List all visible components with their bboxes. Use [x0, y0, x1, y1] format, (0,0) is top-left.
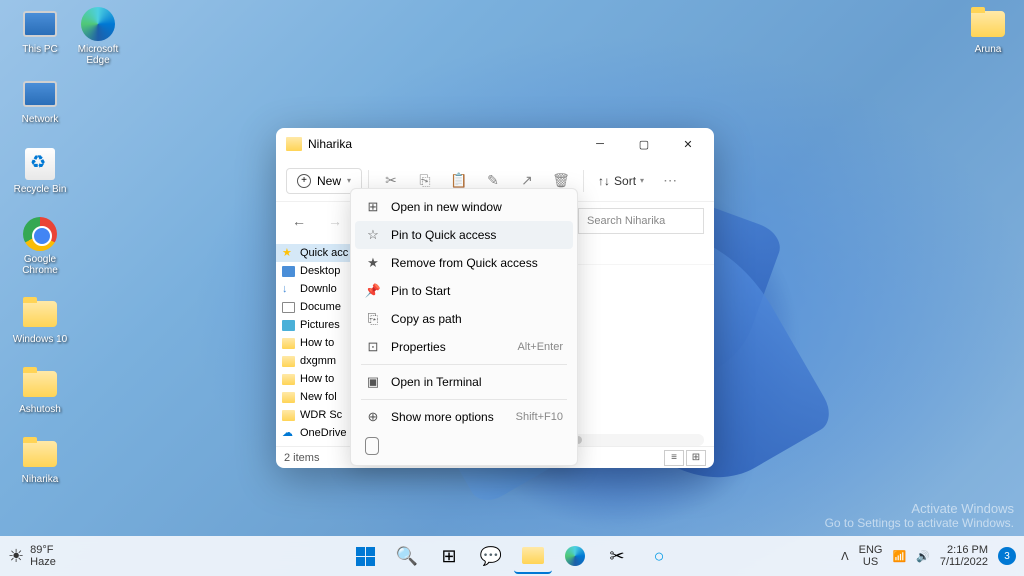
sidebar: ★Quick accDesktop↓DownloDocumePicturesHo…: [276, 240, 354, 446]
menu-item-open-in-terminal[interactable]: ▣Open in Terminal: [355, 368, 573, 396]
more-icon[interactable]: ⋯: [654, 165, 686, 197]
volume-icon[interactable]: 🔊: [916, 550, 930, 563]
details-view-button[interactable]: ≡: [664, 450, 684, 466]
menu-item-pin-to-start[interactable]: 📌Pin to Start: [355, 277, 573, 305]
taskbar: ☀ 89°FHaze 🔍 ⊞ 💬 ✂ ○ ᐱ ENGUS 📶 🔊 2:16 PM…: [0, 536, 1024, 576]
desktop-icon-aruna[interactable]: Aruna: [960, 6, 1016, 55]
desktop-icon-this-pc[interactable]: This PC: [12, 6, 68, 55]
desktop-icon-recycle-bin[interactable]: Recycle Bin: [12, 146, 68, 195]
menu-item-pin-to-quick-access[interactable]: ☆Pin to Quick access: [355, 221, 573, 249]
start-button[interactable]: [346, 538, 384, 574]
icons-view-button[interactable]: ⊞: [686, 450, 706, 466]
task-view-button[interactable]: ⊞: [430, 538, 468, 574]
tray-chevron-icon[interactable]: ᐱ: [841, 550, 849, 563]
activation-watermark: Activate Windows Go to Settings to activ…: [825, 501, 1014, 530]
sidebar-item-docume[interactable]: Docume: [276, 298, 353, 316]
maximize-button[interactable]: ▢: [622, 129, 666, 159]
desktop-icon-microsoft-edge[interactable]: Microsoft Edge: [70, 6, 126, 66]
edge-button[interactable]: [556, 538, 594, 574]
file-explorer-button[interactable]: [514, 538, 552, 574]
folder-icon: [286, 137, 302, 151]
search-button[interactable]: 🔍: [388, 538, 426, 574]
desktop-icon-windows-10[interactable]: Windows 10: [12, 296, 68, 345]
system-tray: ᐱ ENGUS 📶 🔊 2:16 PM7/11/2022 3: [841, 544, 1016, 568]
menu-item-remove-from-quick-access[interactable]: ★Remove from Quick access: [355, 249, 573, 277]
item-count: 2 items: [284, 452, 319, 464]
close-button[interactable]: ✕: [666, 129, 710, 159]
sidebar-item-quick-acc[interactable]: ★Quick acc: [276, 244, 353, 262]
back-button[interactable]: ←: [286, 208, 312, 234]
weather-widget[interactable]: ☀ 89°FHaze: [8, 544, 56, 568]
sidebar-item-how-to[interactable]: How to: [276, 334, 353, 352]
context-menu: ⊞Open in new window☆Pin to Quick access★…: [350, 188, 578, 466]
minimize-button[interactable]: ─: [578, 129, 622, 159]
window-title: Niharika: [308, 137, 578, 151]
desktop-icon-niharika[interactable]: Niharika: [12, 436, 68, 485]
sidebar-item-dxgmm[interactable]: dxgmm: [276, 352, 353, 370]
sidebar-item-how-to[interactable]: How to: [276, 370, 353, 388]
sidebar-item-pictures[interactable]: Pictures: [276, 316, 353, 334]
menu-item-show-more-options[interactable]: ⊕Show more optionsShift+F10: [355, 403, 573, 431]
sidebar-item-new-fol[interactable]: New fol: [276, 388, 353, 406]
weather-icon: ☀: [8, 546, 24, 567]
menu-footer[interactable]: [355, 431, 573, 461]
desktop-icon-google-chrome[interactable]: Google Chrome: [12, 216, 68, 276]
desktop-icon-ashutosh[interactable]: Ashutosh: [12, 366, 68, 415]
snipping-tool-button[interactable]: ✂: [598, 538, 636, 574]
notification-badge[interactable]: 3: [998, 547, 1016, 565]
wifi-icon[interactable]: 📶: [892, 550, 906, 563]
sort-button[interactable]: ↑↓ Sort ▾: [590, 170, 652, 192]
forward-button[interactable]: →: [322, 208, 348, 234]
chat-button[interactable]: 💬: [472, 538, 510, 574]
search-input[interactable]: Search Niharika: [578, 208, 704, 234]
sidebar-item-onedrive[interactable]: ☁OneDrive: [276, 424, 353, 442]
cortana-button[interactable]: ○: [640, 538, 678, 574]
sidebar-item-downlo[interactable]: ↓Downlo: [276, 280, 353, 298]
sidebar-item-desktop[interactable]: Desktop: [276, 262, 353, 280]
menu-item-open-in-new-window[interactable]: ⊞Open in new window: [355, 193, 573, 221]
titlebar[interactable]: Niharika ─ ▢ ✕: [276, 128, 714, 160]
clock[interactable]: 2:16 PM7/11/2022: [940, 544, 988, 568]
language-button[interactable]: ENGUS: [859, 544, 883, 568]
sidebar-item-wdr-sc[interactable]: WDR Sc: [276, 406, 353, 424]
menu-item-copy-as-path[interactable]: ⎘Copy as path: [355, 305, 573, 333]
desktop-icon-network[interactable]: Network: [12, 76, 68, 125]
menu-item-properties[interactable]: ⊡PropertiesAlt+Enter: [355, 333, 573, 361]
